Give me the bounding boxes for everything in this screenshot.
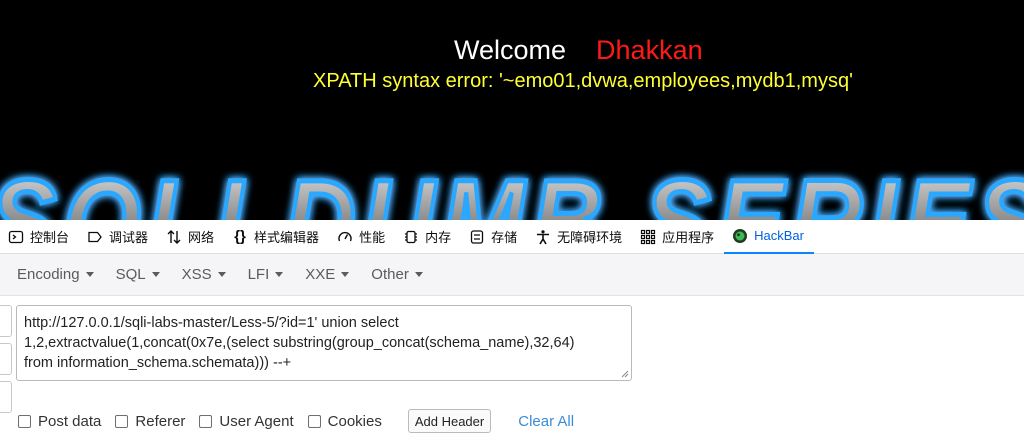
style-editor-icon: {} [234,228,246,245]
tab-application[interactable]: 应用程序 [632,220,724,254]
tab-network[interactable]: 网络 [158,220,224,254]
menu-sql[interactable]: SQL [116,266,160,283]
tab-console[interactable]: 控制台 [0,220,79,254]
welcome-label: Welcome [454,35,567,65]
load-url-button[interactable] [0,305,12,337]
url-line: http://127.0.0.1/sqli-labs-master/Less-5… [24,315,399,331]
user-agent-option[interactable]: User Agent [199,412,294,430]
referer-label: Referer [135,412,186,430]
post-data-checkbox[interactable] [18,414,31,428]
split-url-button[interactable] [0,343,12,375]
username: Dhakkan [596,35,703,65]
cookies-label: Cookies [327,412,382,430]
menu-other[interactable]: Other [371,266,423,283]
url-line: from information_schema.schemata))) --+ [24,355,292,371]
user-agent-label: User Agent [219,412,294,430]
performance-icon [337,229,353,245]
post-data-label: Post data [38,412,102,430]
console-icon [8,229,24,245]
cookies-option[interactable]: Cookies [307,412,382,430]
hackbar-icon [732,228,748,244]
application-icon [640,229,656,245]
tab-label: 样式编辑器 [254,230,320,245]
post-data-option[interactable]: Post data [18,413,101,430]
url-line: 1,2,extractvalue(1,concat(0x7e,(select s… [24,335,575,351]
menu-label: XSS [181,266,212,283]
tab-storage[interactable]: 存储 [461,220,527,254]
banner-text: SQLI DUMB SERIES [0,156,1024,220]
menu-label: LFI [247,266,270,283]
caret-down-icon [341,272,350,277]
cookies-checkbox[interactable] [307,414,321,428]
tab-style-editor[interactable]: {} 样式编辑器 [224,220,329,254]
caret-down-icon [275,272,284,277]
url-textarea[interactable]: http://127.0.0.1/sqli-labs-master/Less-5… [16,305,632,381]
menu-label: SQL [115,266,146,283]
tab-debugger[interactable]: 调试器 [79,220,158,254]
memory-icon [403,229,419,245]
tab-hackbar[interactable]: HackBar [724,220,814,254]
referer-checkbox[interactable] [115,414,129,428]
tab-performance[interactable]: 性能 [329,220,395,254]
page-viewport: Welcome Dhakkan XPATH syntax error: '~emo… [0,0,1024,220]
tab-label: HackBar [754,228,804,243]
xpath-error-message: XPATH syntax error: '~emo01,dvwa,employe… [313,70,853,92]
tab-memory[interactable]: 内存 [395,220,461,254]
hackbar-menubar: Encoding SQL XSS LFI XXE Other [0,254,1024,296]
welcome-line: Welcome Dhakkan [454,34,703,66]
network-icon [166,229,182,245]
tab-label: 控制台 [30,230,70,245]
tab-accessibility[interactable]: 无障碍环境 [527,220,632,254]
caret-down-icon [151,272,160,277]
tab-label: 网络 [188,230,215,245]
tab-label: 性能 [359,230,386,245]
clear-all-link[interactable]: Clear All [518,413,574,430]
menu-label: XXE [305,266,336,283]
add-header-button[interactable]: Add Header [407,409,492,433]
sqli-dumb-series-banner: SQLI DUMB SERIES [0,154,1024,221]
caret-down-icon [414,272,423,277]
user-agent-checkbox[interactable] [199,414,213,428]
request-options: Post data Referer User Agent Cookies Add… [18,408,574,434]
menu-label: Encoding [17,266,80,283]
menu-xss[interactable]: XSS [182,266,226,283]
caret-down-icon [85,272,94,277]
execute-button[interactable] [0,381,12,413]
menu-lfi[interactable]: LFI [248,266,284,283]
caret-down-icon [217,272,226,277]
devtools-toolbar: 控制台 调试器 网络 {} 样式编辑器 性能 内存 存储 无障碍环境 应用程序 … [0,220,1024,254]
tab-label: 调试器 [109,230,149,245]
menu-xxe[interactable]: XXE [305,266,350,283]
tab-label: 内存 [425,230,452,245]
tab-label: 应用程序 [662,230,715,245]
storage-icon [469,229,485,245]
referer-option[interactable]: Referer [115,413,185,430]
tab-label: 无障碍环境 [557,230,623,245]
menu-encoding[interactable]: Encoding [17,266,94,283]
accessibility-icon [535,229,551,245]
menu-label: Other [371,266,409,283]
tab-label: 存储 [491,230,518,245]
debugger-icon [87,229,103,245]
resize-grip-icon[interactable] [619,368,629,378]
